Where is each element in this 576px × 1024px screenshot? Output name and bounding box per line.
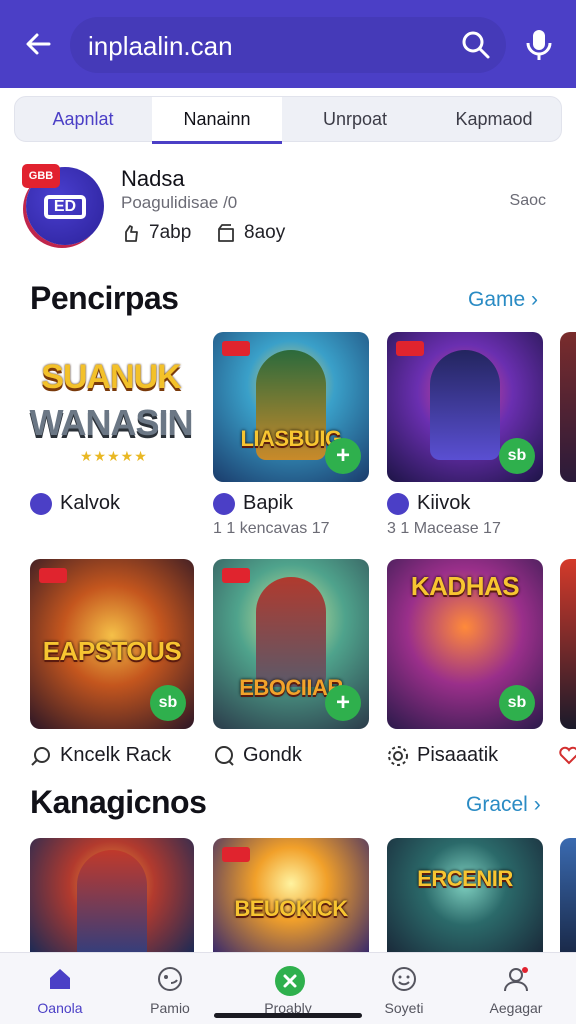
search-icon[interactable] <box>460 29 492 61</box>
game-tile[interactable]: EBOCIIAR + <box>213 559 369 729</box>
tile-tag <box>39 568 67 583</box>
add-button[interactable]: + <box>325 685 361 721</box>
gear-icon <box>388 745 408 766</box>
game-meta: 3 1 Macease 17 <box>387 520 501 537</box>
back-button[interactable] <box>18 24 58 64</box>
tab-1[interactable]: Aapnlat <box>15 97 151 143</box>
section-link-label: Gracel <box>466 793 528 816</box>
game-logo-line1: SUANUK <box>41 358 181 396</box>
heart-icon[interactable] <box>558 744 576 766</box>
app-logo-mark: ED <box>44 195 86 219</box>
tab-2-selected[interactable]: Nanainn <box>152 97 282 144</box>
chevron-right-icon: › <box>533 793 541 816</box>
tile-tag <box>222 568 250 583</box>
nav-home-label: Oanola <box>37 1000 83 1016</box>
game-name-label: Kalvok <box>60 492 121 514</box>
games-icon <box>158 967 182 991</box>
section-title: Pencirpas <box>30 280 179 316</box>
section-see-more-link[interactable]: Game › <box>468 288 538 312</box>
app-stat-size: 8aoy <box>216 222 285 244</box>
game-icon <box>213 492 235 515</box>
tile-tag <box>222 847 250 862</box>
nav-profile-label: Aegagar <box>489 1000 543 1016</box>
game-tile-partial[interactable] <box>560 838 576 952</box>
add-button[interactable]: sb <box>499 438 535 474</box>
package-icon <box>218 224 234 242</box>
hand-icon <box>125 225 138 242</box>
game-name-label: Kncelk Rack <box>60 744 172 766</box>
game-character <box>256 577 326 687</box>
game-icon <box>387 492 409 515</box>
game-tile-partial[interactable] <box>560 559 576 729</box>
app-subtitle: Poagulidisae /0 <box>121 193 238 212</box>
search-query-text: inplaalin.can <box>88 31 233 61</box>
app-size: Saoc <box>509 192 546 209</box>
home-indicator[interactable] <box>214 1013 362 1018</box>
tile-tag <box>396 341 424 356</box>
top-app-bar: inplaalin.can <box>0 0 576 88</box>
search-icon <box>31 746 50 766</box>
game-tile[interactable]: EAPSTOUS sb <box>30 559 194 729</box>
tab-3[interactable]: Unrpoat <box>285 97 425 143</box>
play-icon <box>275 966 305 996</box>
search-input[interactable]: inplaalin.can <box>70 17 506 73</box>
game-tile[interactable]: LIASBUIG + <box>213 332 369 482</box>
nav-profile[interactable]: Aegagar <box>468 959 564 1019</box>
rating-stars: ★★★★★ <box>80 448 148 464</box>
game-title: BEUOKICK <box>234 896 348 921</box>
game-name[interactable]: Bapik <box>213 492 293 515</box>
app-name[interactable]: Nadsa <box>121 166 185 192</box>
nav-games[interactable]: Pamio <box>122 959 218 1019</box>
game-name[interactable]: Kncelk Rack <box>30 744 171 767</box>
game-character <box>77 850 147 952</box>
game-tile[interactable]: KADHAS sb <box>387 559 543 729</box>
smile-icon <box>392 967 416 991</box>
mic-icon[interactable] <box>520 26 558 64</box>
nav-home[interactable]: Oanola <box>12 959 108 1019</box>
game-logo-line2: WANASIN <box>29 402 194 443</box>
game-name-label: Kiivok <box>417 492 471 514</box>
nav-social-label: Soyeti <box>384 1000 424 1016</box>
game-name[interactable]: Kiivok <box>387 492 470 515</box>
game-name-label: Bapik <box>243 492 294 514</box>
app-stat-2-label: 8aoy <box>244 222 286 243</box>
game-tile[interactable]: BEUOKICK <box>213 838 369 952</box>
app-badge: GBB <box>22 164 60 188</box>
game-meta: 1 1 kencavas 17 <box>213 520 330 537</box>
game-title: ERCENIR <box>417 866 513 891</box>
game-title: KADHAS <box>410 571 520 601</box>
nav-play[interactable]: Proably <box>240 959 336 1019</box>
game-name-label: Pisaaatik <box>417 744 499 766</box>
add-button[interactable]: sb <box>499 685 535 721</box>
arrow-left-icon <box>26 33 51 55</box>
game-icon <box>30 492 52 515</box>
game-tile[interactable]: sb <box>387 332 543 482</box>
game-tile[interactable]: SUANUK WANASIN ★★★★★ <box>28 340 194 480</box>
app-stat-1-label: 7abp <box>149 222 192 243</box>
game-name[interactable]: Pisaaatik <box>387 744 498 767</box>
add-button[interactable]: sb <box>150 685 186 721</box>
game-name-label: Gondk <box>243 744 302 766</box>
chevron-right-icon: › <box>531 288 539 311</box>
category-tabs: Aapnlat Nanainn Unrpoat Kapmaod <box>14 96 563 144</box>
game-character <box>430 350 500 460</box>
game-tile-partial[interactable] <box>560 332 576 482</box>
game-tile[interactable] <box>30 838 194 952</box>
section-see-more-link[interactable]: Gracel › <box>466 793 541 817</box>
game-title: EAPSTOUS <box>42 636 182 666</box>
game-name[interactable]: Gondk <box>213 744 302 767</box>
nav-social[interactable]: Soyeti <box>356 959 452 1019</box>
section-link-label: Game <box>468 288 526 311</box>
game-name[interactable]: Kalvok <box>30 492 120 515</box>
tab-4[interactable]: Kapmaod <box>425 97 563 143</box>
chat-icon <box>215 745 234 766</box>
home-icon <box>50 969 70 989</box>
game-tile[interactable]: ERCENIR <box>387 838 543 952</box>
tile-tag <box>222 341 250 356</box>
nav-games-label: Pamio <box>150 1000 190 1016</box>
section-title: Kanagicnos <box>30 784 207 820</box>
app-stat-downloads: 7abp <box>121 222 191 244</box>
profile-icon <box>504 967 528 992</box>
add-button[interactable]: + <box>325 438 361 474</box>
